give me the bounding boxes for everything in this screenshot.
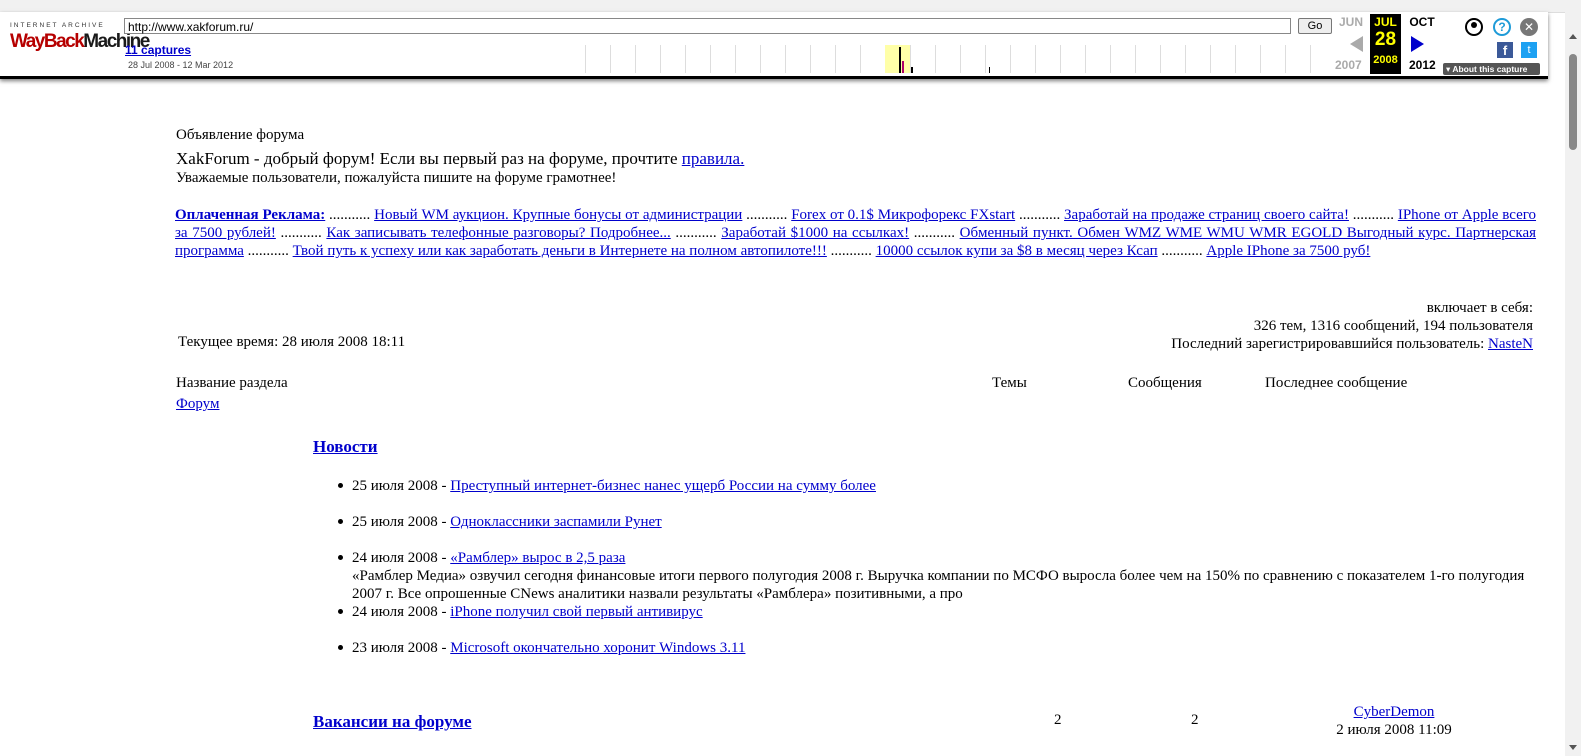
- last-user-label: Последний зарегистрировавшийся пользоват…: [1171, 336, 1488, 352]
- last-post-date: 2 июля 2008 11:09: [1336, 722, 1452, 738]
- scroll-down-icon[interactable]: [1569, 745, 1577, 750]
- vacancies-last-post: CyberDemon 2 июля 2008 11:09: [1299, 703, 1489, 739]
- section-news-link[interactable]: Новости: [313, 437, 378, 457]
- news-date: 25 июля 2008 -: [352, 514, 451, 530]
- ads-separator: ...........: [243, 243, 293, 259]
- ads-separator: ...........: [742, 207, 792, 223]
- list-item: 24 июля 2008 - «Рамблер» вырос в 2,5 раз…: [338, 549, 1532, 603]
- ad-link[interactable]: Forex от 0.1$ Микрофорекс FXstart: [791, 207, 1015, 223]
- news-link[interactable]: «Рамблер» вырос в 2,5 раза: [450, 550, 625, 566]
- ad-link[interactable]: Заработай на продаже страниц своего сайт…: [1064, 207, 1349, 223]
- col-header-messages: Сообщения: [1128, 375, 1202, 391]
- scroll-thumb[interactable]: [1569, 54, 1577, 150]
- announcement-text: - добрый форум! Если вы первый раз на фо…: [249, 149, 682, 168]
- news-date: 24 июля 2008 -: [352, 550, 451, 566]
- ads-separator: ...........: [275, 225, 327, 241]
- stats-includes: включает в себя:: [1426, 300, 1533, 316]
- vacancies-messages-count: 2: [1191, 712, 1199, 728]
- rules-link[interactable]: правила.: [682, 149, 745, 168]
- news-excerpt: «Рамблер Медиа» озвучил сегодня финансов…: [352, 568, 1525, 602]
- last-post-user-link[interactable]: CyberDemon: [1354, 704, 1435, 720]
- list-item: 25 июля 2008 - Преступный интернет-бизне…: [338, 477, 1532, 495]
- announcement-main: XakForum - добрый форум! Если вы первый …: [176, 149, 744, 169]
- ads-separator: ...........: [1015, 207, 1065, 223]
- news-link[interactable]: iPhone получил свой первый антивирус: [450, 604, 702, 620]
- ad-link[interactable]: Как записывать телефонные разговоры? Под…: [326, 225, 670, 241]
- forum-page: Объявление форума XakForum - добрый фору…: [0, 0, 1548, 756]
- list-item: 23 июля 2008 - Microsoft окончательно хо…: [338, 639, 1532, 657]
- ads-separator: ...........: [325, 207, 375, 223]
- news-link[interactable]: Преступный интернет-бизнес нанес ущерб Р…: [450, 478, 876, 494]
- stats-counts: 326 тем, 1316 сообщений, 194 пользовател…: [1253, 318, 1533, 334]
- ads-label-link[interactable]: Оплаченная Реклама:: [175, 207, 325, 223]
- ad-link[interactable]: 10000 ссылок купи за $8 в месяц через Кс…: [876, 243, 1158, 259]
- col-header-last-post: Последнее сообщение: [1265, 375, 1408, 391]
- news-list: 25 июля 2008 - Преступный интернет-бизне…: [338, 477, 1532, 675]
- ad-link[interactable]: Твой путь к успеху или как заработать де…: [293, 243, 827, 259]
- col-header-topics: Темы: [992, 375, 1027, 391]
- vacancies-topics-count: 2: [1054, 712, 1062, 728]
- news-link[interactable]: Одноклассники заспамили Рунет: [450, 514, 661, 530]
- ad-link[interactable]: Заработай $1000 на ссылках!: [721, 225, 909, 241]
- ad-link[interactable]: Новый WM аукцион. Крупные бонусы от адми…: [374, 207, 742, 223]
- forum-stats: включает в себя: 326 тем, 1316 сообщений…: [1171, 299, 1533, 353]
- ads-separator: ...........: [1157, 243, 1207, 259]
- ads-separator: ...........: [826, 243, 876, 259]
- announcement-site-name: XakForum: [176, 149, 250, 168]
- ads-separator: ...........: [1348, 207, 1398, 223]
- stats-last-user: Последний зарегистрировавшийся пользоват…: [1171, 335, 1533, 353]
- col-header-section: Название раздела: [176, 375, 288, 391]
- scroll-up-icon[interactable]: [1569, 34, 1577, 39]
- announcement-title: Объявление форума: [176, 127, 305, 143]
- news-date: 23 июля 2008 -: [352, 640, 451, 656]
- ads-separator: ...........: [909, 225, 960, 241]
- list-item: 24 июля 2008 - iPhone получил свой первы…: [338, 603, 1532, 621]
- forum-category-link[interactable]: Форум: [176, 396, 219, 413]
- page-scrollbar[interactable]: [1565, 12, 1581, 756]
- news-link[interactable]: Microsoft окончательно хоронит Windows 3…: [450, 640, 745, 656]
- ads-separator: ...........: [670, 225, 722, 241]
- last-user-link[interactable]: NasteN: [1488, 336, 1533, 352]
- section-vacancies-link[interactable]: Вакансии на форуме: [313, 712, 472, 732]
- current-time: Текущее время: 28 июля 2008 18:11: [178, 334, 406, 350]
- list-item: 25 июля 2008 - Одноклассники заспамили Р…: [338, 513, 1532, 531]
- paid-ads-block: Оплаченная Реклама: ........... Новый WM…: [175, 206, 1536, 260]
- news-date: 24 июля 2008 -: [352, 604, 451, 620]
- announcement-sub: Уважаемые пользователи, пожалуйста пишит…: [176, 170, 617, 186]
- news-date: 25 июля 2008 -: [352, 478, 451, 494]
- ad-link[interactable]: Apple IPhone за 7500 руб!: [1206, 243, 1370, 259]
